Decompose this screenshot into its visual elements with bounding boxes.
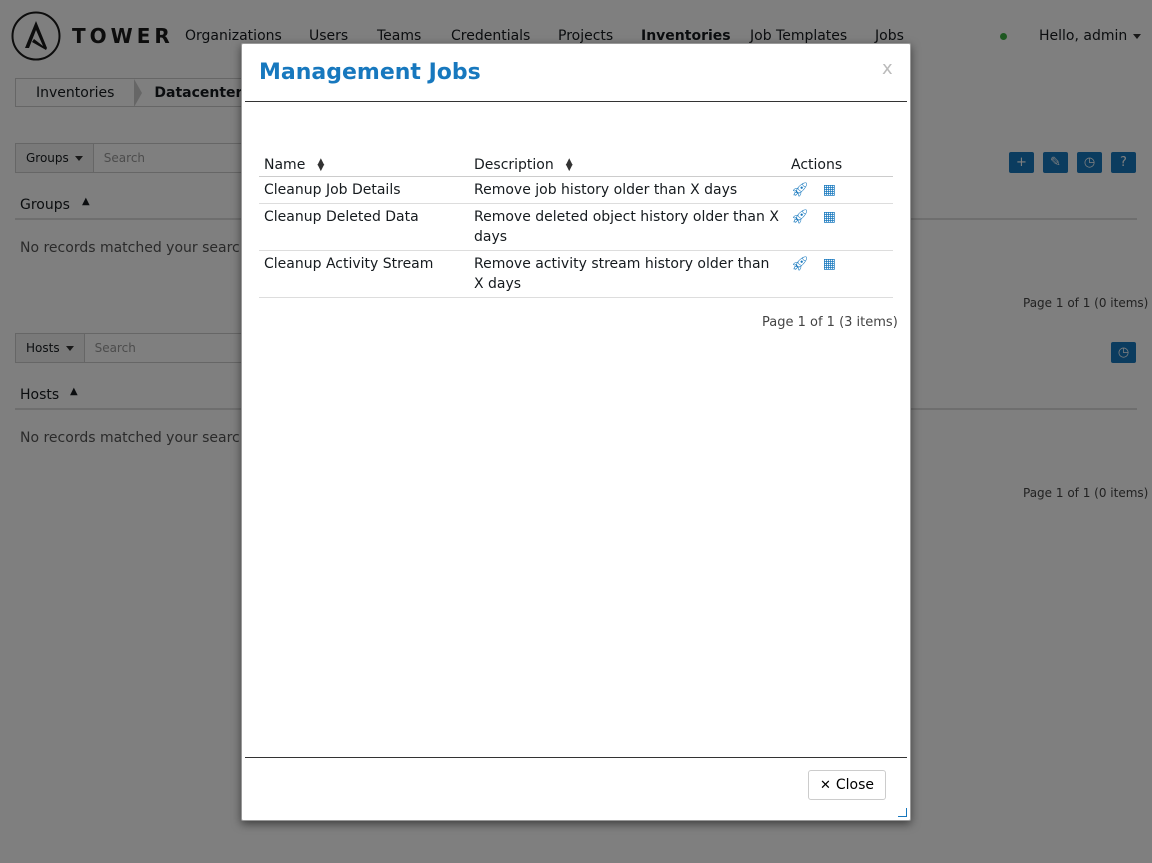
resize-handle-icon[interactable] bbox=[898, 808, 907, 817]
column-description-label: Description bbox=[474, 157, 554, 173]
column-header-actions: Actions bbox=[786, 147, 893, 177]
sort-icon[interactable]: ▲ ▼ bbox=[566, 158, 573, 173]
modal-header-divider bbox=[245, 101, 907, 102]
modal-title: Management Jobs bbox=[259, 60, 481, 85]
schedule-calendar-icon[interactable]: ▦ bbox=[823, 209, 836, 225]
row-actions: 🚀︎ ▦ bbox=[786, 176, 893, 204]
row-actions: 🚀︎ ▦ bbox=[786, 250, 893, 298]
close-icon[interactable]: x bbox=[882, 58, 893, 79]
launch-rocket-icon[interactable]: 🚀︎ bbox=[791, 209, 809, 225]
management-jobs-modal: Management Jobs x Name ▲ ▼ Description ▲ ▼ A… bbox=[241, 43, 911, 821]
schedule-calendar-icon[interactable]: ▦ bbox=[823, 256, 836, 272]
job-description: Remove activity stream history older tha… bbox=[469, 250, 786, 298]
launch-rocket-icon[interactable]: 🚀︎ bbox=[791, 182, 809, 198]
schedule-calendar-icon[interactable]: ▦ bbox=[823, 182, 836, 198]
management-jobs-table: Name ▲ ▼ Description ▲ ▼ Actions Cleanup Job… bbox=[259, 147, 893, 298]
table-row: Cleanup Deleted Data Remove deleted obje… bbox=[259, 203, 893, 251]
modal-footer-divider bbox=[245, 757, 907, 758]
column-name-label: Name bbox=[264, 157, 306, 173]
column-actions-label: Actions bbox=[791, 157, 843, 173]
row-actions: 🚀︎ ▦ bbox=[786, 203, 893, 251]
job-name: Cleanup Deleted Data bbox=[259, 203, 469, 251]
close-icon: ✕ bbox=[819, 777, 831, 793]
job-name: Cleanup Activity Stream bbox=[259, 250, 469, 298]
job-description: Remove deleted object history older than… bbox=[469, 203, 786, 251]
table-row: Cleanup Activity Stream Remove activity … bbox=[259, 250, 893, 298]
sort-icon[interactable]: ▲ ▼ bbox=[317, 158, 324, 173]
modal-pager: Page 1 of 1 (3 items) bbox=[762, 315, 898, 330]
close-button-label: Close bbox=[835, 777, 875, 793]
column-header-name[interactable]: Name ▲ ▼ bbox=[259, 147, 469, 177]
job-description: Remove job history older than X days bbox=[469, 176, 786, 204]
column-header-description[interactable]: Description ▲ ▼ bbox=[469, 147, 786, 177]
launch-rocket-icon[interactable]: 🚀︎ bbox=[791, 256, 809, 272]
close-button[interactable]: ✕ Close bbox=[808, 770, 886, 800]
table-row: Cleanup Job Details Remove job history o… bbox=[259, 176, 893, 204]
job-name: Cleanup Job Details bbox=[259, 176, 469, 204]
